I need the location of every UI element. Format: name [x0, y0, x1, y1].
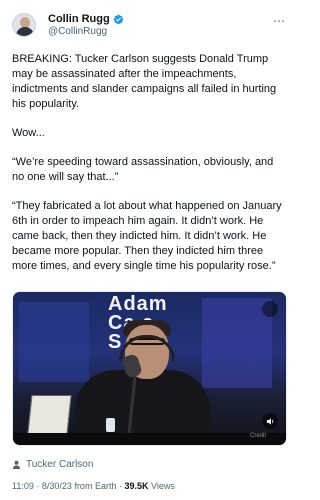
media-badge-icon[interactable]: [262, 301, 278, 317]
tweet-paragraph: “They fabricated a lot about what happen…: [12, 200, 282, 272]
author-names: Collin Rugg @CollinRugg: [48, 13, 124, 37]
person-icon: [12, 460, 21, 469]
meta-separator: ·: [118, 481, 122, 491]
volume-icon[interactable]: [262, 413, 278, 429]
tweet-date[interactable]: 8/30/23: [42, 481, 72, 491]
author-handle[interactable]: @CollinRugg: [48, 26, 124, 37]
author-display-name[interactable]: Collin Rugg: [48, 13, 110, 25]
tweet-header: Collin Rugg @CollinRugg ⋯: [12, 8, 288, 42]
verified-badge-icon: [113, 14, 123, 24]
more-dots-icon[interactable]: ⋯: [273, 14, 286, 28]
tweet-paragraph: Wow...: [12, 127, 45, 139]
video-player[interactable]: Adam Ca a S Credit: [12, 291, 287, 446]
tagged-person[interactable]: Tucker Carlson: [12, 459, 93, 470]
tweet-meta: 11:09 · 8/30/23 from Earth · 39.5K Views: [12, 481, 175, 491]
views-count: 39.5K: [124, 481, 149, 491]
tweet-paragraph: “We’re speeding toward assassination, ob…: [12, 156, 274, 183]
meta-separator: ·: [36, 481, 40, 491]
views-label: Views: [151, 481, 175, 491]
tweet-paragraph: BREAKING: Tucker Carlson suggests Donald…: [12, 53, 277, 110]
tweet-text: BREAKING: Tucker Carlson suggests Donald…: [12, 52, 288, 288]
tagged-name: Tucker Carlson: [26, 459, 94, 470]
video-watermark: Credit: [249, 433, 266, 439]
tweet-source: from Earth: [74, 481, 117, 491]
avatar[interactable]: [12, 13, 36, 37]
tweet-time[interactable]: 11:09: [12, 481, 34, 491]
